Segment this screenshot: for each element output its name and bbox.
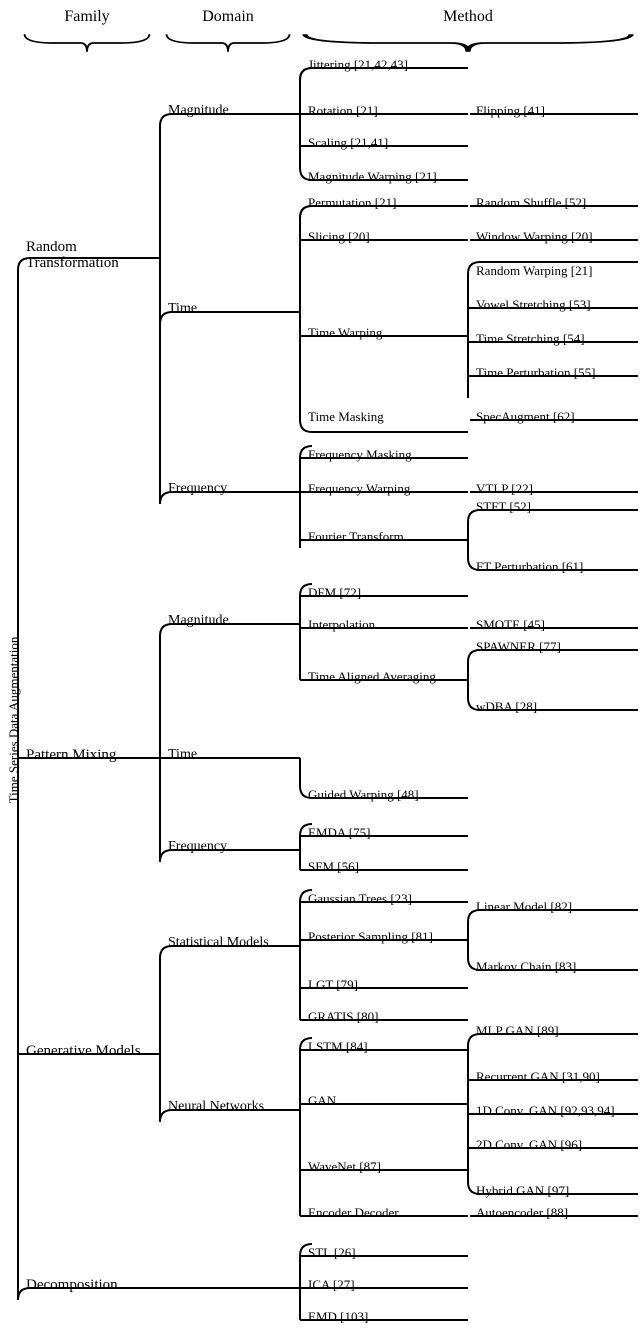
method-timestr: Time Stretching [54] — [476, 332, 585, 346]
method-rotation: Rotation [21] — [308, 104, 378, 118]
method-wavenet: WaveNet [87] — [308, 1160, 381, 1174]
method-sfm: SFM [56] — [308, 860, 359, 874]
family-random-transformation: RandomTransformation — [26, 240, 156, 272]
method-timepert: Time Perturbation [55] — [476, 366, 595, 380]
family-pattern-mixing: Pattern Mixing — [26, 748, 116, 764]
method-magwarp: Magnitude Warping [21] — [308, 170, 437, 184]
method-markov: Markov Chain [83] — [476, 960, 576, 974]
method-dfm: DFM [72] — [308, 586, 361, 600]
method-ftpert: FT Perturbation [61] — [476, 560, 583, 574]
method-smote: SMOTE [45] — [476, 618, 545, 632]
method-emd: EMD [103] — [308, 1310, 368, 1324]
domain-statistical: Statistical Models — [168, 936, 269, 951]
method-randwarp: Random Warping [21] — [476, 264, 592, 278]
domain-time-pm: Time — [168, 748, 197, 763]
method-timewarp: Time Warping — [308, 326, 382, 340]
method-gan: GAN — [308, 1094, 336, 1108]
method-autoenc: Autoencoder [88] — [476, 1206, 568, 1220]
method-flipping: Flipping [41] — [476, 104, 545, 118]
domain-magnitude-rt: Magnitude — [168, 104, 229, 119]
method-emda: EMDA [75] — [308, 826, 370, 840]
method-fourier: Fourier Transform — [308, 530, 404, 544]
method-vtlp: VTLP [22] — [476, 482, 533, 496]
method-freqmask: Frequency Masking — [308, 448, 412, 462]
domain-neural: Neural Networks — [168, 1100, 264, 1115]
method-rshuffle: Random Shuffle [52] — [476, 196, 586, 210]
method-rgan: Recurrent GAN [31,90] — [476, 1070, 600, 1084]
method-gwarp: Guided Warping [48] — [308, 788, 419, 802]
taxonomy-diagram: Family Domain Method Time Series Data Au… — [0, 0, 640, 1341]
domain-time-rt: Time — [168, 302, 197, 317]
method-stl: STL [26] — [308, 1246, 356, 1260]
method-hgan: Hybrid GAN [97] — [476, 1184, 569, 1198]
method-spawner: SPAWNER [77] — [476, 640, 561, 654]
method-mlpgan: MLP GAN [89] — [476, 1024, 559, 1038]
method-scaling: Scaling [21,41] — [308, 136, 388, 150]
method-specaug: SpecAugment [62] — [476, 410, 575, 424]
domain-frequency-rt: Frequency — [168, 482, 227, 497]
method-2dgan: 2D Conv. GAN [96] — [476, 1138, 582, 1152]
method-1dgan: 1D Conv. GAN [92,93,94] — [476, 1104, 615, 1118]
method-psamp: Posterior Sampling [81] — [308, 930, 433, 944]
method-wdba: wDBA [28] — [476, 700, 537, 714]
method-timemask: Time Masking — [308, 410, 384, 424]
method-encdec: Encoder Decoder — [308, 1206, 399, 1220]
family-generative-models: Generative Models — [26, 1044, 141, 1060]
method-lstm: LSTM [84] — [308, 1040, 368, 1054]
method-gtrees: Gaussian Trees [23] — [308, 892, 412, 906]
method-jittering: Jittering [21,42,43] — [308, 58, 408, 72]
method-ica: ICA [27] — [308, 1278, 355, 1292]
domain-frequency-pm: Frequency — [168, 840, 227, 855]
method-freqwarp: Frequency Warping — [308, 482, 410, 496]
domain-magnitude-pm: Magnitude — [168, 614, 229, 629]
family-decomposition: Decomposition — [26, 1278, 118, 1294]
method-permutation: Permutation [21] — [308, 196, 396, 210]
method-slicing: Slicing [20] — [308, 230, 370, 244]
method-stft: STFT [52] — [476, 500, 531, 514]
method-windowwarp: Window Warping [20] — [476, 230, 593, 244]
method-gratis: GRATIS [80] — [308, 1010, 378, 1024]
method-interp: Interpolation — [308, 618, 375, 632]
method-taa: Time Aligned Averaging — [308, 670, 436, 684]
method-linmod: Linear Model [82] — [476, 900, 572, 914]
method-lgt: LGT [79] — [308, 978, 358, 992]
method-vowelstr: Vowel Stretching [53] — [476, 298, 591, 312]
